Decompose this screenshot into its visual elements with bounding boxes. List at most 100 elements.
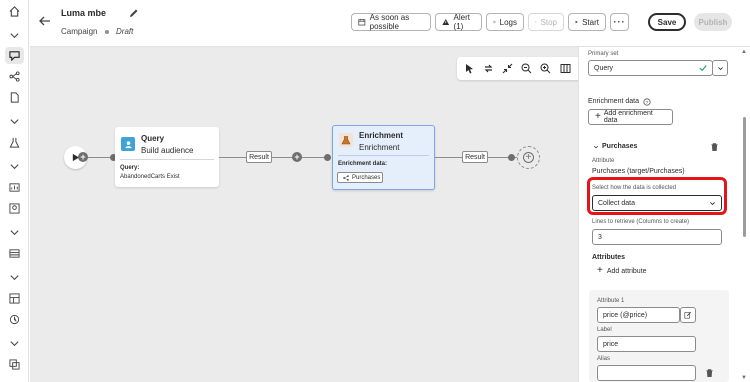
collapse-icon[interactable] [501,62,514,75]
campaign-title: Luma mbe [61,8,107,18]
schedule-button[interactable]: As soon as possible [351,13,431,31]
query-activity-node[interactable]: Query Build audience Query: AbandonedCar… [115,127,219,187]
chevron-down-icon[interactable] [5,269,24,286]
chevron-down-icon[interactable] [5,158,24,175]
alias-input[interactable] [597,365,696,381]
publish-button[interactable]: Publish [694,13,732,31]
enrichment-data-heading: Enrichment data [588,98,639,105]
campaigns-icon[interactable] [5,47,24,64]
audiences-icon[interactable] [5,200,24,217]
logs-label: Logs [499,17,517,27]
add-attribute-label: Add attribute [606,267,647,275]
node-subtitle: Build audience [141,146,194,155]
add-attribute-button[interactable]: + Add attribute [597,266,647,276]
administration-icon[interactable] [5,356,24,373]
stop-icon [535,21,537,23]
divider [120,159,214,160]
chevron-down-icon [717,66,723,70]
history-icon [493,20,496,24]
reports-icon[interactable] [5,179,24,196]
chevron-down-icon[interactable] [5,335,24,352]
attribute-card: Attribute 1 price (@price) Label price A… [589,290,729,382]
transition-label[interactable]: Result [462,151,488,163]
plus-circle-icon: + [523,152,534,163]
chevron-down-icon[interactable] [5,113,24,130]
node-title: Query [141,134,165,143]
fit-view-icon[interactable] [559,62,572,75]
label-field-label: Label [597,327,612,333]
divider [338,155,429,156]
stop-button[interactable]: Stop [528,13,564,31]
alert-button[interactable]: Alert (1) [435,13,482,31]
pan-icon[interactable] [482,62,495,75]
add-activity-button[interactable]: + [78,152,88,162]
save-button[interactable]: Save [648,13,686,31]
attributes-heading: Attributes [592,254,626,261]
flask-icon[interactable] [5,134,24,151]
status-badge: Draft [116,27,134,36]
edit-expression-button[interactable] [680,307,696,323]
more-actions-button[interactable]: ··· [610,13,629,31]
activity-properties-panel: ▲ ▼ Primary set Query Enrichment data ? … [578,47,750,382]
chevron-down-icon[interactable] [5,224,24,241]
plus-icon: + [595,111,601,122]
help-icon[interactable]: ? [643,98,651,106]
play-icon [575,20,578,24]
zoom-in-icon[interactable] [539,62,552,75]
channels-icon[interactable] [5,311,24,328]
pointer-icon[interactable] [463,62,476,75]
campaign-type: Campaign [61,27,98,36]
edit-icon [684,311,692,319]
lines-to-retrieve-input[interactable]: 3 [592,229,722,245]
transition-label[interactable]: Result [246,151,272,163]
alias-field-label: Alias [597,356,611,362]
pencil-icon[interactable] [129,8,139,18]
connector-port [324,154,331,161]
primary-set-label: Primary set [588,51,619,57]
add-activity-button[interactable]: + [292,152,302,162]
add-enrichment-button[interactable]: + Add enrichment data [588,109,673,125]
query-icon [121,137,135,151]
back-arrow-icon[interactable] [38,14,52,28]
content-icon[interactable] [5,89,24,106]
workflow-canvas[interactable]: + Query Build audience Query: AbandonedC… [30,47,596,382]
node-subtitle: Enrichment [359,143,400,152]
start-button[interactable]: Start [568,13,606,31]
zoom-out-icon[interactable] [520,62,533,75]
campaign-header: Luma mbe Campaign Draft As soon as possi… [30,0,750,47]
enrichment-activity-node[interactable]: Enrichment Enrichment Enrichment data: P… [332,125,435,190]
add-end-activity[interactable]: + [517,146,540,169]
svg-text:?: ? [646,100,649,106]
chevron-down-icon[interactable] [593,144,599,150]
purchases-section-title: Purchases [602,143,638,150]
journeys-icon[interactable] [5,68,24,85]
scrollbar-thumb[interactable] [743,117,746,237]
share-icon [343,174,349,181]
attribute-1-input[interactable]: price (@price) [597,307,680,323]
add-enrichment-label: Add enrichment data [603,110,653,124]
attribute-value: Purchases (target/Purchases) [592,168,685,175]
primary-set-dropdown-button[interactable] [712,60,728,76]
home-icon[interactable] [5,3,24,20]
schedule-label: As soon as possible [369,13,410,31]
scroll-up-icon[interactable]: ▲ [741,49,747,55]
trash-icon[interactable] [710,142,719,152]
checkmark-icon [699,65,707,72]
stop-label: Stop [540,17,557,27]
attribute-1-label: Attribute 1 [597,298,625,304]
logs-button[interactable]: Logs [486,13,524,31]
dashboard-icon[interactable] [5,290,24,307]
trash-icon[interactable] [705,368,714,378]
left-nav-rail [0,0,29,382]
chip-label: Purchases [352,174,381,181]
node-detail-label: Enrichment data: [338,161,388,167]
label-input[interactable]: price [597,336,696,352]
start-label: Start [582,17,599,27]
scroll-down-icon[interactable]: ▼ [741,375,747,381]
schemas-icon[interactable] [5,245,24,262]
chevron-down-icon[interactable] [5,27,24,44]
enrichment-chip[interactable]: Purchases [337,172,383,183]
primary-set-field[interactable]: Query [588,60,713,76]
connector-port [508,154,515,161]
node-detail-value: AbandonedCarts Exist [120,174,180,180]
